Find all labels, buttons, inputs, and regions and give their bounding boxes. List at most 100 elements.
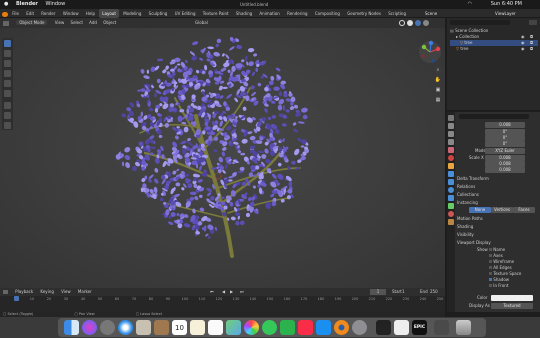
menu-window[interactable]: Window <box>45 1 65 7</box>
clock[interactable]: Sun 6:40 PM <box>491 0 522 9</box>
maps-icon[interactable] <box>226 320 241 335</box>
particles-tab-icon[interactable] <box>448 179 454 185</box>
rotate-icon[interactable] <box>4 70 11 77</box>
keying-menu[interactable]: Keying <box>40 289 53 294</box>
unity-icon[interactable] <box>394 320 409 335</box>
section-shading[interactable]: Shading <box>457 224 473 230</box>
menu-render[interactable]: Render <box>38 9 58 18</box>
checkbox-icon[interactable] <box>489 272 492 275</box>
shading-material-icon[interactable] <box>415 20 421 26</box>
menu-file[interactable]: File <box>9 9 22 18</box>
annotate-icon[interactable] <box>4 102 11 109</box>
visibility-eye-icon[interactable]: ◉ <box>521 34 525 39</box>
add-cube-icon[interactable] <box>4 122 11 129</box>
location-z-field[interactable]: 0.008 <box>485 122 525 128</box>
play-icon[interactable]: ▶ <box>230 288 233 296</box>
tab-modeling[interactable]: Modeling <box>120 9 144 18</box>
finder-window-icon[interactable] <box>434 320 449 335</box>
menu-view[interactable]: View <box>55 20 65 25</box>
move-icon[interactable] <box>4 60 11 67</box>
contacts-icon[interactable] <box>154 320 169 335</box>
tab-shading[interactable]: Shading <box>233 9 255 18</box>
display-as-select[interactable]: Textured <box>491 303 533 309</box>
outliner-filter-icon[interactable] <box>529 20 537 25</box>
system-preferences-icon[interactable] <box>352 320 367 335</box>
select-box-icon[interactable] <box>4 40 11 47</box>
messages-icon[interactable] <box>262 320 277 335</box>
scale-z-field[interactable]: 0.008 <box>485 167 525 173</box>
instancing-faces-button[interactable]: Faces <box>513 207 535 213</box>
unity-hub-icon[interactable] <box>376 320 391 335</box>
wifi-icon[interactable]: ◠ <box>468 0 472 9</box>
timeline-editor-icon[interactable] <box>3 290 8 294</box>
apple-icon[interactable]: ● <box>4 1 8 7</box>
measure-icon[interactable] <box>4 112 11 119</box>
music-icon[interactable] <box>298 320 313 335</box>
jump-end-icon[interactable]: ⏭ <box>240 288 244 296</box>
checkbox-icon[interactable] <box>489 284 492 287</box>
data-tab-icon[interactable] <box>448 203 454 209</box>
camera-view-icon[interactable]: ▣ <box>434 86 442 94</box>
constraints-tab-icon[interactable] <box>448 195 454 201</box>
menu-edit[interactable]: Edit <box>23 9 37 18</box>
section-viewport-display[interactable]: Viewport Display <box>457 240 491 246</box>
section-delta-transform[interactable]: Delta Transform <box>457 176 489 182</box>
trash-icon[interactable] <box>456 320 471 335</box>
tab-scripting[interactable]: Scripting <box>385 9 409 18</box>
navigation-gizmo[interactable] <box>418 40 442 64</box>
instancing-none-button[interactable]: None <box>469 207 491 213</box>
cursor-icon[interactable] <box>4 50 11 57</box>
current-frame-field[interactable]: 1 <box>370 289 386 295</box>
checkbox-icon[interactable] <box>489 266 492 269</box>
menu-add[interactable]: Add <box>89 20 97 25</box>
object-tab-icon[interactable] <box>448 163 454 169</box>
render-tab-icon[interactable] <box>448 123 454 129</box>
zoom-icon[interactable]: ⌕ <box>434 66 442 74</box>
rotation-z-field[interactable]: 0° <box>485 141 525 147</box>
properties-search-input[interactable] <box>459 114 529 119</box>
photos-icon[interactable] <box>244 320 259 335</box>
shading-solid-icon[interactable] <box>407 20 413 26</box>
tab-layout[interactable]: Layout <box>99 9 119 18</box>
tab-rendering[interactable]: Rendering <box>284 9 310 18</box>
scene-tab-icon[interactable] <box>448 147 454 153</box>
tab-sculpting[interactable]: Sculpting <box>146 9 171 18</box>
section-relations[interactable]: Relations <box>457 184 475 190</box>
notes-icon[interactable] <box>190 320 205 335</box>
rotation-mode-select[interactable]: XYZ Euler <box>485 148 525 154</box>
tab-compositing[interactable]: Compositing <box>312 9 343 18</box>
visibility-eye-icon[interactable]: ◉ <box>521 46 525 51</box>
start-field[interactable]: 1 <box>402 288 405 296</box>
timeline-ruler[interactable]: 0102030405060708090100110120130140150160… <box>0 296 445 312</box>
timeline[interactable]: Playback Keying View Marker ⏮ ◀ ▶ ⏭ 1 St… <box>0 288 445 312</box>
view-layer-selector[interactable]: ViewLayer <box>495 9 516 18</box>
reminders-icon[interactable] <box>208 320 223 335</box>
scene-selector[interactable]: Scene <box>425 9 437 18</box>
physics-tab-icon[interactable] <box>448 187 454 193</box>
mode-selector[interactable]: Object Mode <box>16 20 48 25</box>
checkbox-icon[interactable] <box>489 260 492 263</box>
material-tab-icon[interactable] <box>448 211 454 217</box>
playback-menu[interactable]: Playback <box>15 289 33 294</box>
output-tab-icon[interactable] <box>448 131 454 137</box>
tab-texture-paint[interactable]: Texture Paint <box>200 9 232 18</box>
section-collections[interactable]: Collections <box>457 192 479 198</box>
epic-games-icon[interactable]: EPIC <box>412 320 427 335</box>
modifier-tab-icon[interactable] <box>448 171 454 177</box>
section-instancing[interactable]: Instancing <box>457 200 478 206</box>
checkbox-icon[interactable] <box>489 248 492 251</box>
editor-type-icon[interactable] <box>3 20 9 26</box>
end-field[interactable]: 250 <box>430 288 438 296</box>
tab-geometry-nodes[interactable]: Geometry Nodes <box>344 9 384 18</box>
finder-icon[interactable] <box>64 320 79 335</box>
checkbox-icon[interactable] <box>489 254 492 257</box>
scale-icon[interactable] <box>4 80 11 87</box>
jump-start-icon[interactable]: ⏮ <box>210 288 214 296</box>
world-tab-icon[interactable] <box>448 155 454 161</box>
pan-icon[interactable]: ✋ <box>434 76 442 84</box>
color-swatch[interactable] <box>491 295 533 301</box>
marker-menu[interactable]: Marker <box>78 289 92 294</box>
safari-icon[interactable] <box>118 320 133 335</box>
menu-object[interactable]: Object <box>103 20 116 25</box>
tool-tab-icon[interactable] <box>448 115 454 121</box>
